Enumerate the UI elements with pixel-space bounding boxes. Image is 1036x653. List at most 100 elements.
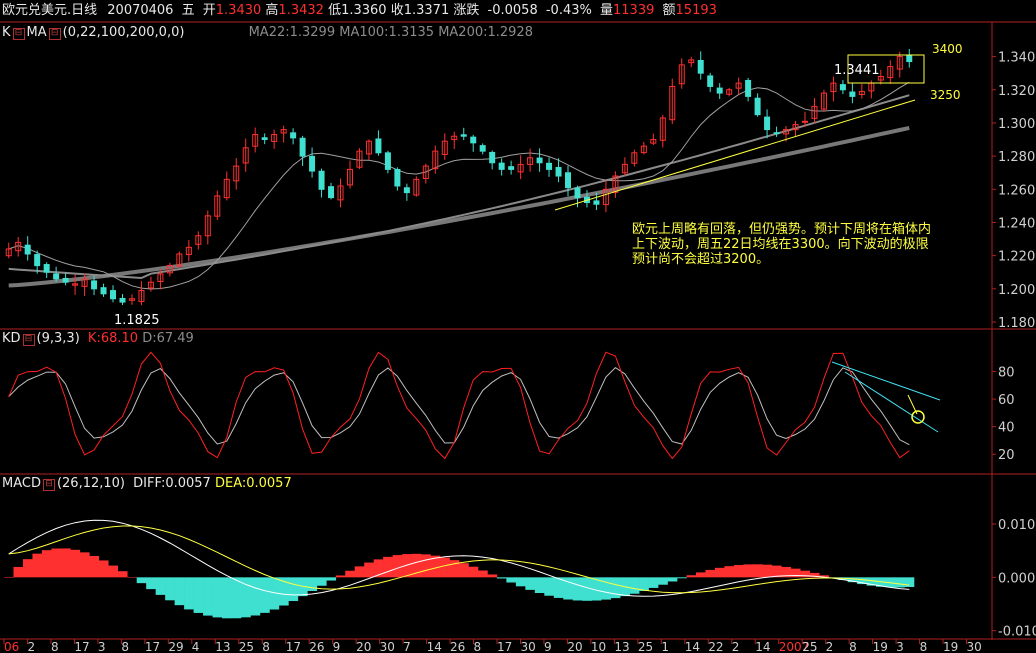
macd-label[interactable]: MACD <box>2 476 41 491</box>
xaxis-label: 7 <box>403 640 411 653</box>
macd-histogram-bar <box>572 577 583 601</box>
xaxis-label: 3 <box>896 640 904 653</box>
macd-histogram-bar <box>222 577 232 619</box>
macd-histogram-bar <box>326 577 337 581</box>
kd-label[interactable]: KD <box>2 331 21 346</box>
macd-histogram-bar <box>506 577 517 583</box>
macd-histogram-bar <box>307 577 318 592</box>
xaxis-label: 06 <box>4 640 19 653</box>
diff-line <box>8 519 910 597</box>
macd-settings-icon[interactable]: ⊟ <box>42 479 55 491</box>
macd-histogram-bar <box>534 577 545 594</box>
xaxis-label: 30 <box>380 640 395 653</box>
xaxis-label: 17 <box>286 640 301 653</box>
macd-histogram-bar <box>477 570 488 578</box>
ma-settings-icon[interactable]: ⊟ <box>48 28 61 40</box>
xaxis-label: 20 <box>567 640 582 653</box>
macd-histogram-bar <box>203 577 213 616</box>
dea-value: DEA:0.0057 <box>214 476 292 491</box>
k-line <box>8 351 910 460</box>
d-value: D:67.49 <box>142 331 194 346</box>
candle-body <box>43 264 50 273</box>
xaxis-label: 25 <box>239 640 254 653</box>
macd-histogram-bar <box>895 577 905 588</box>
k-settings-icon[interactable]: ⊟ <box>12 28 25 40</box>
xaxis-label: 10 <box>591 640 606 653</box>
candle-body <box>309 155 316 172</box>
macd-histogram-bar <box>686 575 697 578</box>
price-ytick-label: 1.240 <box>998 216 1035 231</box>
xaxis-label: 20 <box>356 640 371 653</box>
xaxis-label: 17 <box>497 640 512 653</box>
kd-ytick-label: 60 <box>998 393 1015 408</box>
xaxis-label: 8 <box>262 640 270 653</box>
candle-body <box>470 136 477 144</box>
xaxis-label: 25 <box>638 640 653 653</box>
candle-body <box>328 186 335 199</box>
macd-histogram-bar <box>354 566 365 578</box>
xaxis-label: 26 <box>309 640 324 653</box>
candle-body <box>394 168 401 187</box>
candle-body <box>479 145 486 152</box>
macd-histogram-bar <box>762 564 773 578</box>
macd-histogram-bar <box>193 577 204 613</box>
trendline <box>554 99 916 211</box>
macd-histogram-bar <box>752 564 763 578</box>
xaxis-label: 14 <box>755 640 770 653</box>
macd-histogram-bar <box>468 566 479 578</box>
macd-histogram-bar <box>146 577 156 590</box>
macd-params: (26,12,10) <box>56 476 126 491</box>
ma-label[interactable]: MA <box>27 25 47 40</box>
xaxis-label: 30 <box>967 640 982 653</box>
kd-ytick-label: 80 <box>998 366 1015 381</box>
candle-body <box>34 254 41 267</box>
xaxis-label: 4 <box>192 640 200 653</box>
macd-histogram-bar <box>496 577 507 579</box>
xaxis-label: 17 <box>145 640 160 653</box>
macd-histogram-bar <box>250 577 261 616</box>
candle-body <box>318 170 325 190</box>
candle-body <box>906 54 913 63</box>
macd-histogram-bar <box>421 554 431 578</box>
macd-ytick-label: -0.010 <box>998 625 1036 640</box>
macd-histogram-bar <box>117 571 128 578</box>
candle-body <box>508 166 515 170</box>
price-ytick-label: 1.340 <box>998 51 1035 66</box>
kd-channel-upper <box>831 361 941 401</box>
xaxis-label: 2 <box>732 640 740 653</box>
macd-histogram-bar <box>60 548 71 578</box>
macd-histogram-bar <box>525 577 536 590</box>
macd-histogram-bar <box>108 565 119 578</box>
xaxis-label: 30 <box>520 640 535 653</box>
macd-histogram-bar <box>601 577 611 600</box>
xaxis-label: 25 <box>802 640 817 653</box>
chart-canvas[interactable]: 1.340 1.320 1.300 1.280 1.260 1.240 1.220 1.200… <box>0 0 1036 653</box>
macd-histogram-bar <box>98 560 109 578</box>
macd-histogram-bar <box>41 550 52 578</box>
xaxis-label: 8 <box>849 640 857 653</box>
xaxis-label: 8 <box>51 640 59 653</box>
candle-body <box>754 97 761 116</box>
macd-ytick-label: 0.000 <box>998 571 1035 586</box>
candle-body <box>546 162 553 170</box>
price-ytick-label: 1.300 <box>998 117 1035 132</box>
macd-histogram-bar <box>364 562 374 578</box>
candle-body <box>498 162 505 170</box>
macd-histogram-bar <box>212 577 223 618</box>
d-line <box>8 366 910 446</box>
macd-histogram-bar <box>335 575 346 578</box>
xaxis-label: 2 <box>826 640 834 653</box>
candle-body <box>299 137 306 157</box>
xaxis-label: 8 <box>920 640 928 653</box>
price-panel-header: K ⊟ MA ⊟ (0,22,100,200,0,0) MA22:1.3299 MA10… <box>2 25 533 41</box>
macd-histogram-bar <box>677 577 687 579</box>
macd-histogram-bar <box>440 557 450 578</box>
analysis-note: 欧元上周略有回落，但仍强势。预计下周将在箱体内上下波动，周五22日均线在3300… <box>632 222 932 267</box>
kd-settings-icon[interactable]: ⊟ <box>22 334 35 346</box>
price-ytick-label: 1.180 <box>998 316 1035 331</box>
k-label[interactable]: K <box>2 25 11 40</box>
macd-histogram-bar <box>544 577 555 596</box>
macd-histogram-bar <box>639 577 649 591</box>
macd-histogram-bar <box>259 577 270 613</box>
trend-label: 3250 <box>930 88 961 102</box>
